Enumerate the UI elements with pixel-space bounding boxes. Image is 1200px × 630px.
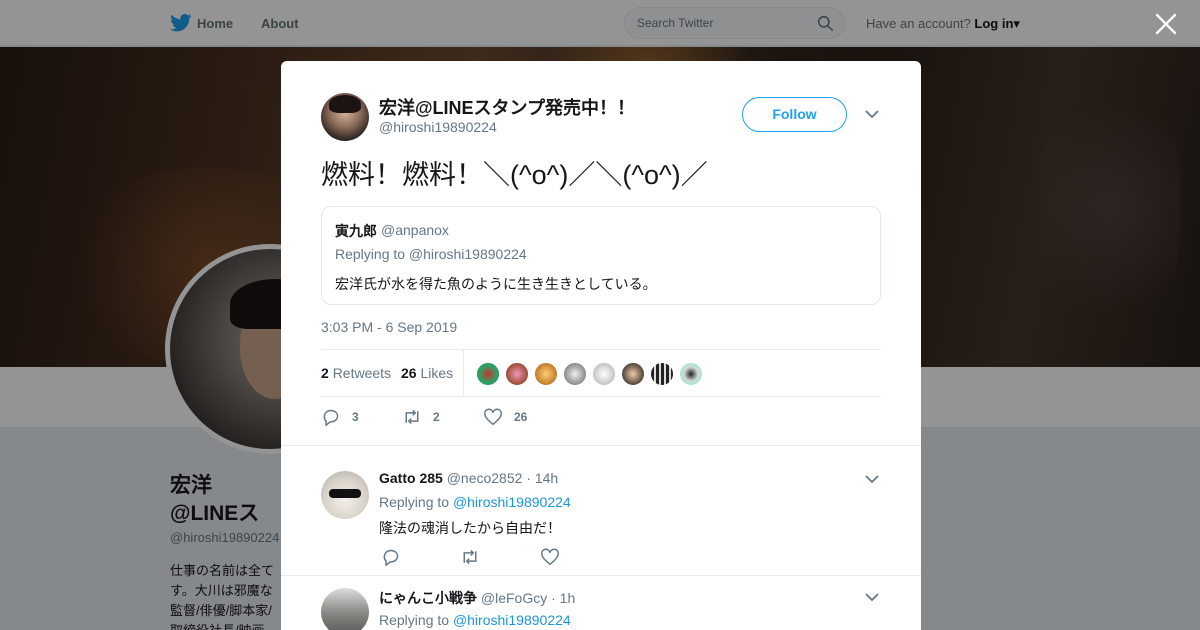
quote-replying-to: Replying to @hiroshi19890224 xyxy=(335,246,527,262)
reply-replying-to: Replying to @hiroshi19890224 xyxy=(379,494,571,510)
retweet-count: 2 xyxy=(433,410,440,424)
reply-author-handle: @neco2852 xyxy=(446,470,523,486)
liker-avatar[interactable] xyxy=(621,362,645,386)
chevron-down-icon[interactable] xyxy=(865,592,879,602)
reply-count: 3 xyxy=(352,410,359,424)
retweet-button[interactable]: 2 xyxy=(402,407,452,427)
retweet-icon xyxy=(405,409,419,425)
retweets-stat[interactable]: 2 Retweets xyxy=(321,365,391,381)
liker-avatar[interactable] xyxy=(650,362,674,386)
reply-actions xyxy=(379,548,579,566)
reply-author[interactable]: Gatto 285 @neco2852 · 14h xyxy=(379,470,558,486)
heart-icon xyxy=(484,408,502,426)
chevron-down-icon[interactable] xyxy=(865,109,879,119)
quote-author-handle: @anpanox xyxy=(381,222,449,238)
like-button[interactable]: 26 xyxy=(483,407,543,427)
liker-avatar[interactable] xyxy=(534,362,558,386)
replying-prefix: Replying to xyxy=(379,612,450,628)
liker-avatar[interactable] xyxy=(563,362,587,386)
reply-replying-to: Replying to @hiroshi19890224 xyxy=(379,612,571,628)
reply-author[interactable]: にゃんこ小戦争 @leFoGcy · 1h xyxy=(379,588,575,608)
replying-to-link[interactable]: @hiroshi19890224 xyxy=(453,612,571,628)
tweet-stats: 2 Retweets 26 Likes xyxy=(321,349,881,397)
reply-avatar[interactable] xyxy=(321,471,369,519)
retweets-label: Retweets xyxy=(332,365,392,381)
reply-button[interactable]: 3 xyxy=(321,407,371,427)
like-count: 26 xyxy=(514,410,528,424)
liker-avatar[interactable] xyxy=(476,362,500,386)
retweet-icon[interactable] xyxy=(460,548,480,566)
author-handle[interactable]: @hiroshi19890224 xyxy=(379,119,497,135)
tweet-timestamp[interactable]: 3:03 PM - 6 Sep 2019 xyxy=(321,319,457,335)
quote-text: 宏洋氏が水を得た魚のように生き生きとしている。 xyxy=(335,276,657,292)
tweet-modal: 宏洋@LINEスタンプ発売中！！ @hiroshi19890224 Follow… xyxy=(281,61,921,630)
stats-divider xyxy=(463,350,464,396)
heart-icon[interactable] xyxy=(540,548,560,566)
likes-stat[interactable]: 26 Likes xyxy=(401,365,453,381)
chevron-down-icon[interactable] xyxy=(865,474,879,484)
liker-avatar[interactable] xyxy=(505,362,529,386)
reply-time[interactable]: · 1h xyxy=(551,590,575,606)
replying-to-link[interactable]: @hiroshi19890224 xyxy=(453,494,571,510)
quote-author-name: 寅九郎 xyxy=(335,223,377,239)
tweet-actions: 3 2 26 xyxy=(321,407,881,429)
likes-count: 26 xyxy=(401,365,417,381)
reply-time[interactable]: · 14h xyxy=(526,470,558,486)
reply-icon[interactable] xyxy=(381,548,401,566)
reply-author-name: にゃんこ小戦争 xyxy=(379,590,477,606)
author-name[interactable]: 宏洋@LINEスタンプ発売中！！ xyxy=(379,94,635,120)
follow-button[interactable]: Follow xyxy=(742,97,847,132)
reply-tweet[interactable]: にゃんこ小戦争 @leFoGcy · 1h Replying to @hiros… xyxy=(281,575,921,630)
reply-tweet[interactable]: Gatto 285 @neco2852 · 14h Replying to @h… xyxy=(281,445,921,575)
replying-prefix: Replying to xyxy=(379,494,450,510)
liker-avatar[interactable] xyxy=(679,362,703,386)
tweet-text: 燃料！燃料！＼(^o^)／＼(^o^)／ xyxy=(321,160,708,190)
reply-author-name: Gatto 285 xyxy=(379,470,443,486)
reply-author-handle: @leFoGcy xyxy=(480,590,548,606)
reply-text: 隆法の魂消したから自由だ！ xyxy=(379,520,561,536)
quoted-tweet[interactable]: 寅九郎 @anpanox Replying to @hiroshi1989022… xyxy=(321,206,881,305)
close-icon[interactable] xyxy=(1154,12,1178,36)
liker-avatar[interactable] xyxy=(592,362,616,386)
reply-avatar[interactable] xyxy=(321,588,369,630)
retweets-count: 2 xyxy=(321,365,329,381)
author-avatar[interactable] xyxy=(321,93,369,141)
likes-label: Likes xyxy=(420,365,454,381)
reply-icon xyxy=(323,409,339,426)
